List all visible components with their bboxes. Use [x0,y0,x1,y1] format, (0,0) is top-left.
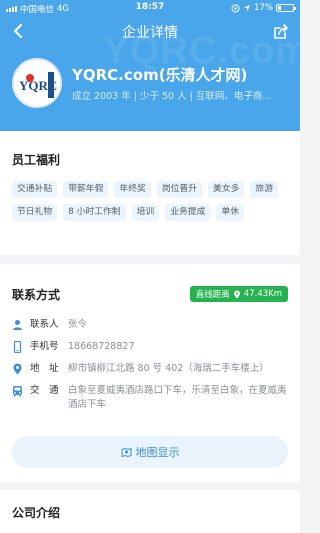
benefit-tag: 年终奖 [114,181,151,198]
benefit-tag: 带薪年假 [63,181,109,198]
phone-label: 手机号 [30,341,59,352]
person-icon [13,320,22,330]
benefit-tag: 岗位晋升 [156,181,203,198]
intro-card: 公司介绍 [0,490,300,533]
benefit-tag: 旅游 [250,181,279,198]
address-value: 柳市镇柳江北路 80 号 402（海瑞二手车楼上） [68,363,269,374]
phone-value[interactable]: 18668728827 [68,340,292,354]
location-arrow-icon [244,5,251,11]
benefits-card: 员工福利 交通补贴 带薪年假 年终奖 岗位晋升 美女多 旅游 节日礼物 8 小时… [0,131,300,255]
map-button-label: 地图显示 [135,446,180,459]
contact-person-value: 张令 [68,319,88,330]
rotation-lock-icon [231,4,240,12]
distance-value: 47.43Km [243,289,282,299]
map-display-button[interactable]: 地图显示 [12,436,288,468]
benefit-tags: 交通补贴 带薪年假 年终奖 岗位晋升 美女多 旅游 节日礼物 8 小时工作制 培… [12,181,292,221]
contact-title: 联系方式 [12,288,61,302]
battery-percent: 17% [254,3,273,13]
bus-icon [13,386,22,397]
benefit-tag: 培训 [131,204,160,221]
nav-bar: 企业详情 [0,18,300,44]
company-logo: YQRC [12,58,62,108]
phone-icon [13,341,22,353]
page-title: 企业详情 [122,25,178,41]
battery-icon [276,4,296,12]
benefit-tag: 美女多 [208,181,245,198]
benefit-tag: 节日礼物 [12,204,58,221]
company-name: YQRC.com(乐清人才网) [72,66,248,84]
transit-label: 交 通 [30,385,59,396]
location-icon [13,363,22,375]
benefit-tag: 8 小时工作制 [63,204,126,221]
contact-person-label: 联系人 [30,319,59,330]
benefits-title: 员工福利 [12,153,61,167]
intro-title: 公司介绍 [12,506,61,520]
company-header: YQRC.com 中国电信 4G 18:57 17% 企业详情 YQRC YQR… [0,0,300,131]
benefit-tag: 业务提成 [165,204,211,221]
contact-card: 联系方式 直线距离 47.43Km 联系人 张令 手机号 18668728827… [0,264,300,482]
status-bar: 中国电信 4G 18:57 17% [0,0,300,16]
company-meta: 成立 2003 年 | 少于 50 人 | 互联网、电子商... [72,91,272,102]
pin-icon [233,290,240,298]
benefit-tag: 交通补贴 [12,181,58,198]
distance-label: 直线距离 [195,290,230,300]
address-label: 地 址 [30,363,59,374]
share-icon[interactable] [270,21,292,43]
map-icon [121,447,131,457]
benefit-tag: 单休 [216,204,245,221]
distance-badge: 直线距离 47.43Km [189,286,288,302]
transit-value: 白象至夏威夷酒店路口下车，乐清至白象，在夏威夷酒店下车 [68,385,287,410]
